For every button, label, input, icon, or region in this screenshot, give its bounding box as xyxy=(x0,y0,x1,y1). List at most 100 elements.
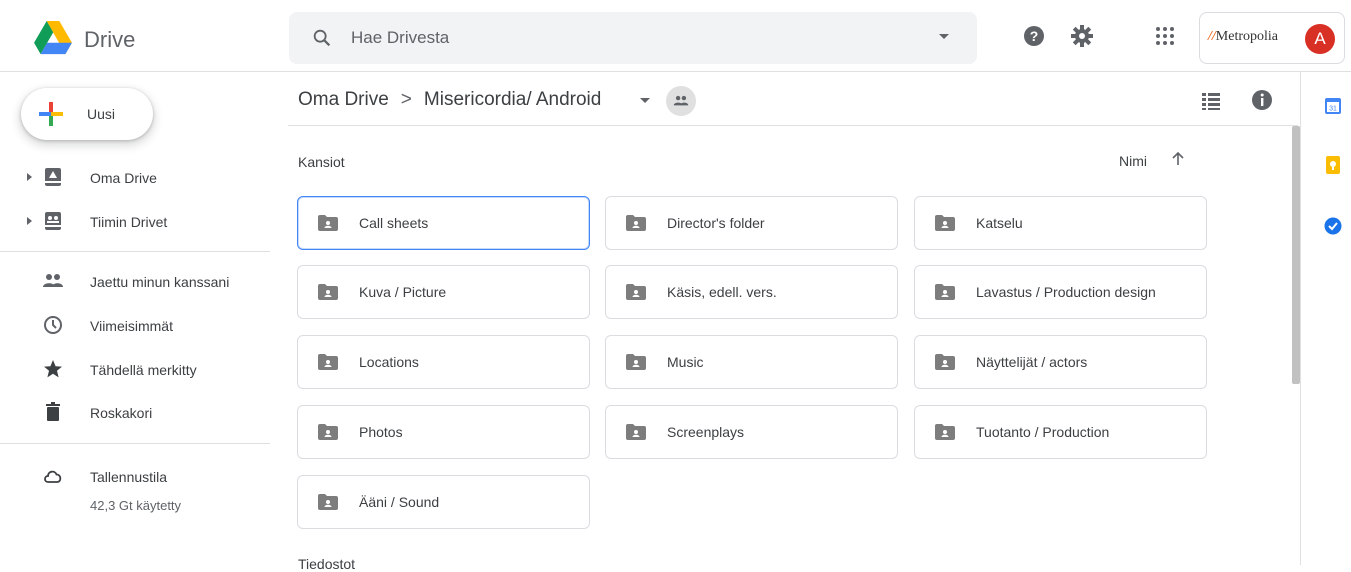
folder-name: Director's folder xyxy=(667,215,765,231)
folders-heading: Kansiot xyxy=(298,154,345,170)
breadcrumb-root[interactable]: Oma Drive xyxy=(298,89,389,110)
folder-card[interactable]: Music xyxy=(605,335,898,389)
folder-name: Photos xyxy=(359,424,403,440)
shared-drives-icon xyxy=(45,212,61,230)
shared-folder-badge[interactable] xyxy=(666,86,696,116)
sidebar-item-storage[interactable]: Tallennustila xyxy=(0,457,270,497)
shared-folder-icon xyxy=(318,354,338,370)
folder-card[interactable]: Tuotanto / Production xyxy=(914,405,1207,459)
folder-card[interactable]: Call sheets xyxy=(297,196,590,250)
shared-folder-icon xyxy=(935,284,955,300)
folder-card[interactable]: Director's folder xyxy=(605,196,898,250)
avatar[interactable]: A xyxy=(1305,24,1335,54)
sidebar-item-starred[interactable]: Tähdellä merkitty xyxy=(0,350,270,390)
tasks-icon[interactable] xyxy=(1323,216,1343,236)
storage-used: 42,3 Gt käytetty xyxy=(90,498,182,513)
folder-card[interactable]: Katselu xyxy=(914,196,1207,250)
list-view-icon[interactable] xyxy=(1200,90,1222,112)
info-icon[interactable] xyxy=(1250,88,1274,112)
folder-menu-caret-icon[interactable] xyxy=(640,98,650,103)
cloud-icon xyxy=(44,470,62,483)
shared-with-me-icon xyxy=(43,274,63,287)
svg-text:31: 31 xyxy=(1329,106,1337,113)
sidebar-item-my-drive[interactable]: Oma Drive xyxy=(0,158,270,198)
my-drive-icon xyxy=(45,168,61,186)
sort-ascending-arrow-icon[interactable] xyxy=(1170,151,1186,167)
folder-card[interactable]: Photos xyxy=(297,405,590,459)
app-header: Drive Hae Drivesta ? //Metropolia A xyxy=(0,0,1351,72)
shared-folder-icon xyxy=(935,354,955,370)
breadcrumb-current[interactable]: Misericordia/ Android xyxy=(424,89,601,110)
account-switcher[interactable]: //Metropolia A xyxy=(1199,12,1345,64)
folder-name: Tuotanto / Production xyxy=(976,424,1110,440)
breadcrumb: Oma Drive > Misericordia/ Android xyxy=(298,89,601,111)
toolbar-divider xyxy=(288,125,1298,126)
shared-folder-icon xyxy=(935,215,955,231)
folder-name: Screenplays xyxy=(667,424,745,440)
sidebar-divider xyxy=(0,251,270,252)
shared-folder-icon xyxy=(626,354,646,370)
sidebar-divider xyxy=(0,443,270,444)
folder-name: Näyttelijät / actors xyxy=(976,354,1088,370)
files-heading: Tiedostot xyxy=(298,556,356,572)
sidebar-item-shared-with-me[interactable]: Jaettu minun kanssani xyxy=(0,262,270,302)
folder-card[interactable]: Käsis, edell. vers. xyxy=(605,265,898,319)
new-button[interactable]: Uusi xyxy=(21,88,153,140)
search-bar[interactable]: Hae Drivesta xyxy=(289,12,977,64)
sidebar-item-label: Oma Drive xyxy=(90,170,157,186)
folder-name: Käsis, edell. vers. xyxy=(667,284,777,300)
folder-name: Music xyxy=(667,354,704,370)
org-logo: //Metropolia xyxy=(1208,29,1278,44)
sidebar-item-recent[interactable]: Viimeisimmät xyxy=(0,306,270,346)
shared-folder-icon xyxy=(318,424,338,440)
folder-card[interactable]: Lavastus / Production design xyxy=(914,265,1207,319)
app-title[interactable]: Drive xyxy=(84,27,135,53)
folder-name: Lavastus / Production design xyxy=(976,284,1156,300)
sidebar-item-label: Jaettu minun kanssani xyxy=(90,274,230,290)
side-panel-divider xyxy=(1300,72,1301,565)
trash-icon xyxy=(46,402,60,421)
folder-name: Locations xyxy=(359,354,419,370)
calendar-icon[interactable]: 31 xyxy=(1323,96,1343,116)
search-input[interactable]: Hae Drivesta xyxy=(351,28,449,48)
folder-card[interactable]: Ääni / Sound xyxy=(297,475,590,529)
sort-by-name-button[interactable]: Nimi xyxy=(1119,153,1147,169)
new-button-label: Uusi xyxy=(87,106,116,122)
star-icon xyxy=(44,360,62,378)
shared-folder-icon xyxy=(318,494,338,510)
expand-arrow-icon[interactable] xyxy=(27,217,32,225)
sidebar-item-label: Tallennustila xyxy=(90,469,168,485)
gear-icon[interactable] xyxy=(1070,24,1094,48)
sidebar-item-trash[interactable]: Roskakori xyxy=(0,393,270,433)
people-icon xyxy=(673,95,689,106)
folder-card[interactable]: Kuva / Picture xyxy=(297,265,590,319)
shared-folder-icon xyxy=(626,215,646,231)
sidebar-item-label: Roskakori xyxy=(90,405,153,421)
sidebar-item-label: Viimeisimmät xyxy=(90,318,173,334)
search-options-caret-icon[interactable] xyxy=(939,34,949,39)
folder-name: Katselu xyxy=(976,215,1023,231)
sidebar-item-label: Tähdellä merkitty xyxy=(90,362,197,378)
folder-name: Ääni / Sound xyxy=(359,494,440,510)
shared-folder-icon xyxy=(626,424,646,440)
keep-icon[interactable] xyxy=(1323,155,1343,175)
search-icon[interactable] xyxy=(311,27,333,49)
drive-logo-icon[interactable] xyxy=(32,21,74,55)
shared-folder-icon xyxy=(935,424,955,440)
folder-name: Call sheets xyxy=(359,215,429,231)
folder-card[interactable]: Screenplays xyxy=(605,405,898,459)
shared-folder-icon xyxy=(626,284,646,300)
sidebar-item-shared-drives[interactable]: Tiimin Drivet xyxy=(0,202,270,242)
breadcrumb-separator: > xyxy=(400,89,412,110)
shared-folder-icon xyxy=(318,215,338,231)
folder-card[interactable]: Locations xyxy=(297,335,590,389)
shared-folder-icon xyxy=(318,284,338,300)
clock-icon xyxy=(44,316,62,334)
folder-card[interactable]: Näyttelijät / actors xyxy=(914,335,1207,389)
apps-grid-icon[interactable] xyxy=(1153,24,1177,48)
help-icon[interactable]: ? xyxy=(1022,24,1046,48)
expand-arrow-icon[interactable] xyxy=(27,173,32,181)
svg-text:?: ? xyxy=(1030,28,1039,44)
scrollbar[interactable] xyxy=(1292,126,1300,384)
plus-icon xyxy=(39,102,63,126)
